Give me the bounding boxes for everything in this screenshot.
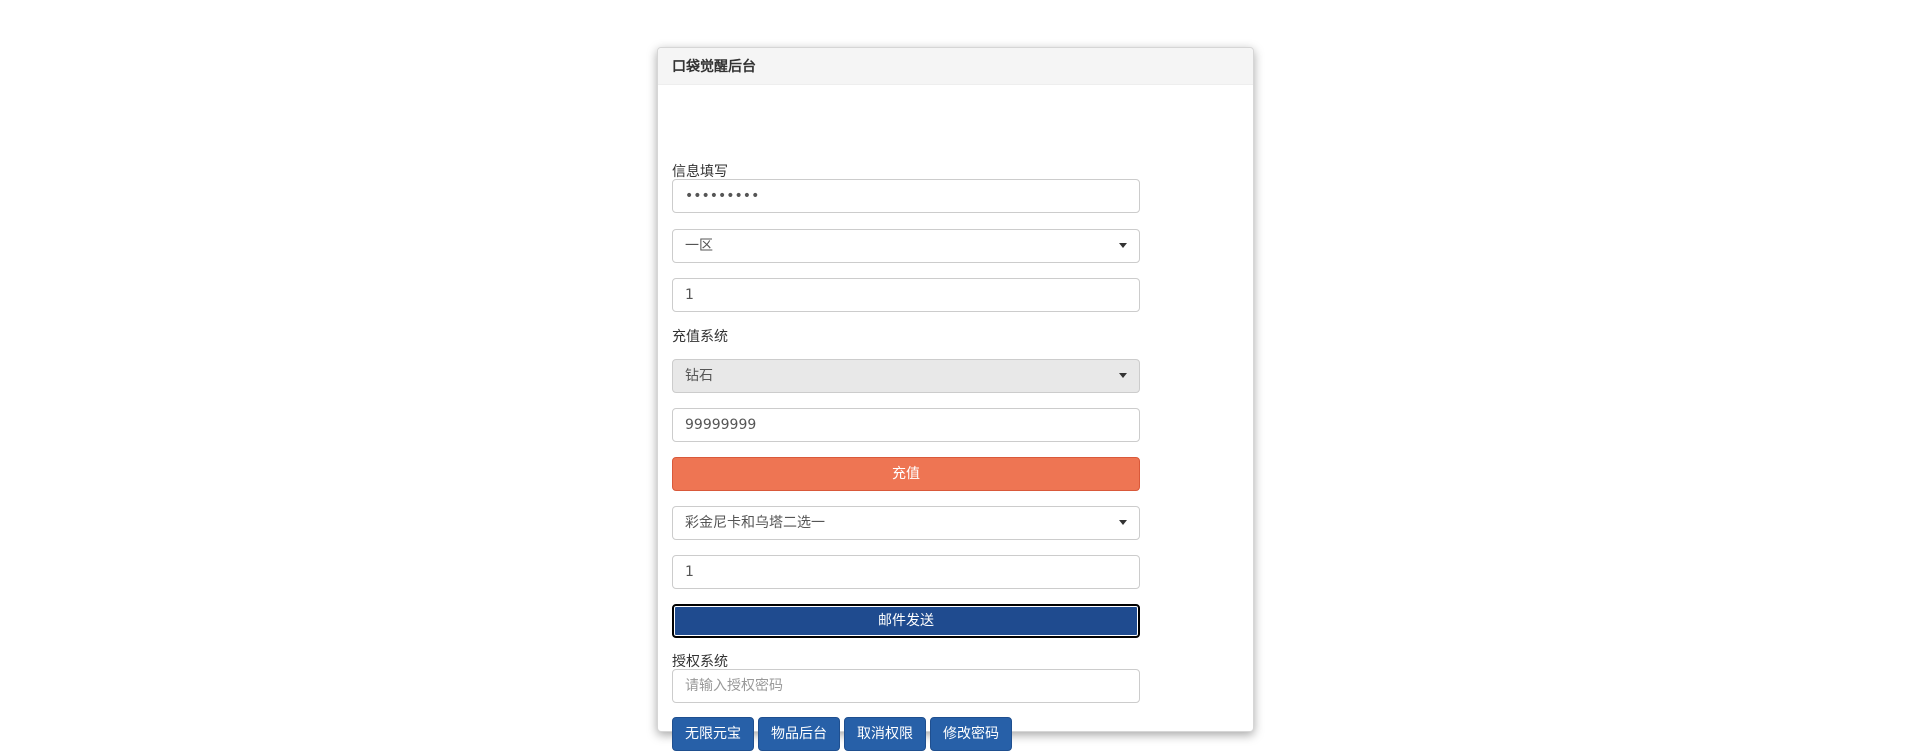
amount-field[interactable]: 99999999 <box>672 408 1140 442</box>
item-select-value: 彩金尼卡和乌塔二选一 <box>685 515 825 531</box>
revoke-permission-button[interactable]: 取消权限 <box>844 717 926 751</box>
recharge-section-label: 充值系统 <box>672 329 728 345</box>
role-field[interactable]: 1 <box>672 278 1140 312</box>
item-backend-button[interactable]: 物品后台 <box>758 717 840 751</box>
item-select[interactable]: 彩金尼卡和乌塔二选一 <box>672 506 1140 540</box>
auth-password-input[interactable]: 请输入授权密码 <box>672 669 1140 703</box>
currency-select[interactable]: 钻石 <box>672 359 1140 393</box>
panel-title: 口袋觉醒后台 <box>658 48 1253 85</box>
auth-section-label: 授权系统 <box>672 654 728 670</box>
recharge-button[interactable]: 充值 <box>672 457 1140 491</box>
info-section-label: 信息填写 <box>672 164 728 180</box>
server-select[interactable]: 一区 <box>672 229 1140 263</box>
server-select-value: 一区 <box>685 238 713 254</box>
admin-panel: 口袋觉醒后台 信息填写 ••••••••• 一区 1 充值系统 钻石 99999… <box>657 47 1254 751</box>
chevron-down-icon <box>1119 243 1127 248</box>
currency-select-value: 钻石 <box>685 368 713 384</box>
change-password-button[interactable]: 修改密码 <box>930 717 1012 751</box>
quantity-field[interactable]: 1 <box>672 555 1140 589</box>
chevron-down-icon <box>1119 373 1127 378</box>
unlimited-yuanbao-button[interactable]: 无限元宝 <box>672 717 754 751</box>
password-field[interactable]: ••••••••• <box>672 179 1140 213</box>
send-mail-button[interactable]: 邮件发送 <box>672 604 1140 638</box>
chevron-down-icon <box>1119 520 1127 525</box>
